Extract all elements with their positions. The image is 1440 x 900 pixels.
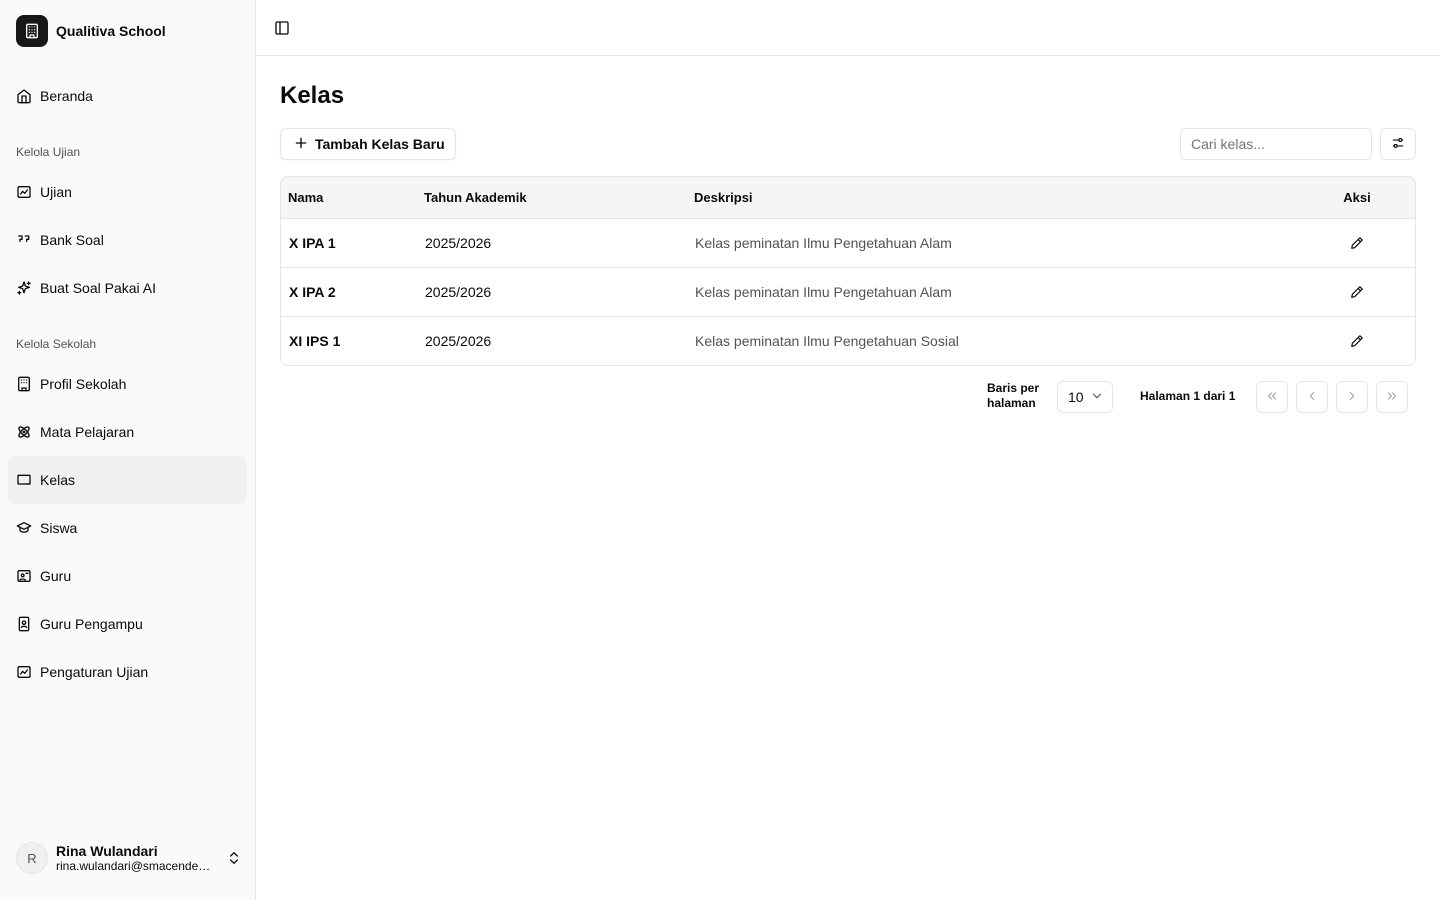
table-row[interactable]: XI IPS 1 2025/2026 Kelas peminatan Ilmu … [281, 316, 1415, 365]
cell-tahun-akademik: 2025/2026 [425, 332, 492, 349]
building-icon [16, 15, 48, 47]
sidebar-item-label: Guru [40, 568, 72, 584]
sidebar-item-siswa[interactable]: Siswa [8, 504, 247, 552]
last-page-button[interactable] [1376, 381, 1408, 413]
user-menu[interactable]: R Rina Wulandari rina.wulandari@smacende… [16, 840, 242, 876]
image-chart-icon [16, 184, 32, 200]
table-row[interactable]: X IPA 1 2025/2026 Kelas peminatan Ilmu P… [281, 218, 1415, 268]
topbar [256, 0, 1440, 56]
chevrons-left-icon [1265, 389, 1279, 406]
cell-nama: XI IPS 1 [289, 332, 341, 349]
search-input[interactable] [1180, 128, 1372, 160]
presentation-icon [16, 568, 32, 584]
sidebar-item-label: Bank Soal [40, 232, 104, 248]
edit-pencil-icon[interactable] [1345, 280, 1369, 304]
sidebar-item-kelas[interactable]: Kelas [8, 456, 247, 504]
chevrons-up-down-icon [226, 850, 242, 866]
chevron-right-icon [1345, 389, 1359, 406]
column-header-nama[interactable]: Nama [281, 177, 417, 219]
table-row[interactable]: X IPA 2 2025/2026 Kelas peminatan Ilmu P… [281, 267, 1415, 317]
chevrons-right-icon [1385, 389, 1399, 406]
quote-icon [16, 232, 32, 248]
sidebar-item-pengaturan-ujian[interactable]: Pengaturan Ujian [8, 648, 247, 696]
add-class-button[interactable]: Tambah Kelas Baru [280, 128, 456, 160]
sidebar-item-label: Mata Pelajaran [40, 424, 135, 440]
rows-per-page-label: Baris per halaman [987, 381, 1040, 410]
sidebar-item-ujian[interactable]: Ujian [8, 168, 247, 216]
previous-page-button[interactable] [1296, 381, 1328, 413]
column-header-deskripsi[interactable]: Deskripsi [687, 177, 1299, 219]
cell-deskripsi: Kelas peminatan Ilmu Pengetahuan Alam [687, 218, 1299, 268]
pagination: Baris per halaman 10 Halaman 1 dari 1 [256, 380, 1416, 414]
sidebar-item-label: Pengaturan Ujian [40, 664, 149, 680]
sidebar-item-label: Beranda [40, 88, 93, 104]
brand[interactable]: Qualitiva School [16, 15, 166, 47]
sidebar-item-mata-pelajaran[interactable]: Mata Pelajaran [8, 408, 247, 456]
sidebar-toggle-icon[interactable] [273, 19, 291, 37]
sidebar: Qualitiva School Beranda Kelola Ujian Uj… [0, 0, 256, 900]
rows-per-page-select[interactable]: 10 [1057, 381, 1113, 413]
cell-nama: X IPA 2 [281, 267, 417, 317]
next-page-button[interactable] [1336, 381, 1368, 413]
classes-table: Nama Tahun Akademik Deskripsi Aksi X IPA… [280, 176, 1416, 366]
sidebar-item-bank-soal[interactable]: Bank Soal [8, 216, 247, 264]
brand-name: Qualitiva School [56, 23, 166, 39]
cell-tahun-akademik: 2025/2026 [417, 218, 687, 268]
table-header-row: Nama Tahun Akademik Deskripsi Aksi [281, 177, 1415, 219]
sidebar-item-label: Buat Soal Pakai AI [40, 280, 156, 296]
avatar: R [16, 842, 48, 874]
sliders-icon [1391, 136, 1405, 153]
cell-deskripsi: Kelas peminatan Ilmu Pengetahuan Alam [687, 267, 1299, 317]
building-icon [16, 376, 32, 392]
plus-icon [293, 135, 309, 154]
atom-icon [16, 424, 32, 440]
sidebar-item-label: Kelas [40, 472, 76, 488]
first-page-button[interactable] [1256, 381, 1288, 413]
cell-tahun-akademik: 2025/2026 [417, 267, 687, 317]
edit-pencil-icon[interactable] [1345, 231, 1369, 255]
user-name: Rina Wulandari [56, 843, 158, 859]
cell-deskripsi: Kelas peminatan Ilmu Pengetahuan Sosial [695, 332, 959, 349]
page-title: Kelas [280, 82, 345, 109]
sidebar-item-beranda[interactable]: Beranda [8, 72, 247, 120]
sidebar-item-label: Profil Sekolah [40, 376, 127, 392]
rows-per-page-value: 10 [1068, 389, 1084, 405]
sidebar-item-label: Guru Pengampu [40, 616, 143, 632]
sidebar-item-guru[interactable]: Guru [8, 552, 247, 600]
sidebar-item-buat-soal-ai[interactable]: Buat Soal Pakai AI [8, 264, 247, 312]
group-label-kelola-sekolah: Kelola Sekolah [16, 337, 97, 351]
image-chart-icon [16, 664, 32, 680]
chalkboard-icon [16, 472, 32, 488]
sidebar-item-profil-sekolah[interactable]: Profil Sekolah [8, 360, 247, 408]
sidebar-item-guru-pengampu[interactable]: Guru Pengampu [8, 600, 247, 648]
sidebar-item-label: Siswa [40, 520, 78, 536]
home-icon [16, 88, 32, 104]
column-header-tahun-akademik[interactable]: Tahun Akademik [417, 177, 687, 219]
group-label-kelola-ujian: Kelola Ujian [16, 145, 81, 159]
chevron-left-icon [1305, 389, 1319, 406]
graduation-cap-icon [16, 520, 32, 536]
cell-nama: X IPA 1 [281, 218, 417, 268]
user-email: rina.wulandari@smacendekia.sch.id [56, 859, 216, 873]
sparkles-icon [16, 280, 32, 296]
edit-pencil-icon[interactable] [1345, 329, 1369, 353]
add-class-label: Tambah Kelas Baru [315, 136, 445, 152]
main-content: Kelas Tambah Kelas Baru Nama Tahun Akade… [256, 0, 1440, 900]
chevron-down-icon [1090, 389, 1104, 406]
filter-button[interactable] [1380, 128, 1416, 160]
column-header-aksi: Aksi [1299, 177, 1415, 219]
page-info: Halaman 1 dari 1 [1140, 389, 1236, 403]
contact-badge-icon [16, 616, 32, 632]
sidebar-item-label: Ujian [40, 184, 72, 200]
